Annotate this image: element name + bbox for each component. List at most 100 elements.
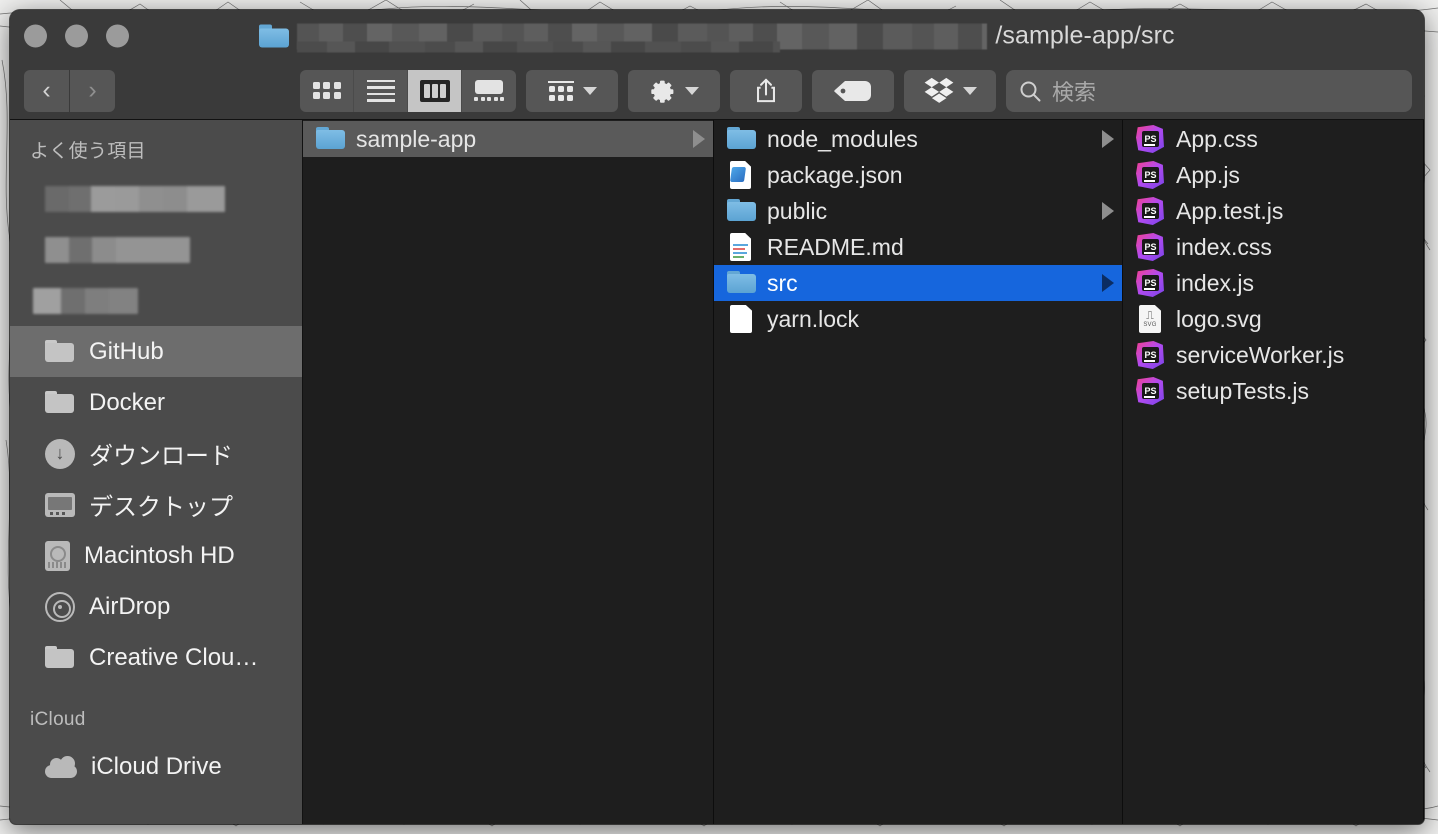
tag-icon [834, 80, 871, 101]
blue-folder-icon [726, 124, 756, 154]
list-item[interactable]: PS App.test.js [1123, 193, 1423, 229]
list-item[interactable]: PS App.js [1123, 157, 1423, 193]
file-name: logo.svg [1176, 305, 1262, 332]
tag-button[interactable] [812, 69, 894, 112]
list-item[interactable]: README.md [714, 229, 1122, 265]
forward-button[interactable]: › [70, 69, 115, 112]
grid-icon [312, 81, 341, 100]
file-name: yarn.lock [767, 305, 860, 332]
markdown-file-icon [726, 232, 756, 262]
search-placeholder: 検索 [1052, 79, 1097, 105]
view-mode-segmented-control [300, 69, 516, 112]
list-item[interactable]: PS index.css [1123, 229, 1423, 265]
sidebar-item-downloads[interactable]: ↓ ダウンロード [10, 428, 302, 479]
blue-folder-icon [726, 268, 756, 298]
back-button[interactable]: ‹ [24, 69, 69, 112]
file-name: setupTests.js [1176, 377, 1309, 404]
sidebar-item-redacted-2[interactable] [10, 224, 302, 275]
desktop-icon [45, 492, 75, 517]
sidebar-item-label: iCloud Drive [91, 752, 222, 780]
column-view-button[interactable] [408, 69, 462, 112]
sidebar-item-icloud-drive[interactable]: iCloud Drive [10, 741, 302, 792]
svg-file-icon: ⎍ SVG [1135, 304, 1165, 334]
list-item[interactable]: PS setupTests.js [1123, 373, 1423, 409]
window-title: /sample-app/src [995, 21, 1175, 50]
disclosure-arrow-icon[interactable] [693, 130, 705, 148]
gear-icon [650, 80, 673, 103]
gallery-icon [474, 80, 504, 101]
list-view-button[interactable] [354, 69, 408, 112]
list-item[interactable]: src [714, 265, 1122, 301]
sidebar: よく使う項目 GitHub Docker ↓ ダウンロード デスクトップ Mac… [10, 120, 303, 824]
phpstorm-file-icon: PS [1135, 196, 1165, 226]
minimize-button[interactable] [65, 24, 88, 48]
traffic-lights [24, 24, 129, 48]
sidebar-item-label: Docker [89, 388, 166, 416]
folder-icon [45, 339, 75, 365]
list-item[interactable]: yarn.lock [714, 301, 1122, 337]
file-name: App.test.js [1176, 197, 1284, 224]
icon-view-button[interactable] [300, 69, 354, 112]
sidebar-item-github[interactable]: GitHub [10, 326, 302, 377]
file-name: App.js [1176, 161, 1240, 188]
share-button[interactable] [730, 69, 802, 112]
folder-icon [45, 645, 75, 671]
window-title-group: /sample-app/src [10, 21, 1424, 52]
sidebar-item-docker[interactable]: Docker [10, 377, 302, 428]
list-item[interactable]: node_modules [714, 121, 1122, 157]
sidebar-item-redacted-3[interactable] [10, 275, 302, 326]
column-2: node_modules package.json public README.… [714, 120, 1123, 824]
sidebar-section-header-icloud: iCloud [30, 709, 86, 730]
list-item[interactable]: sample-app [303, 121, 713, 157]
share-icon [757, 78, 775, 102]
redacted-label [45, 185, 225, 212]
column-3: PS App.css PS App.js PS App.test.js PS i… [1123, 120, 1424, 824]
disclosure-arrow-icon[interactable] [1102, 202, 1114, 220]
file-name: node_modules [767, 125, 918, 152]
window-titlebar[interactable]: /sample-app/src [10, 10, 1424, 62]
sidebar-item-creative-cloud[interactable]: Creative Clou… [10, 632, 302, 683]
list-icon [366, 79, 395, 102]
arrange-button[interactable] [526, 69, 618, 112]
phpstorm-file-icon: PS [1135, 268, 1165, 298]
list-item[interactable]: public [714, 193, 1122, 229]
file-name: package.json [767, 161, 903, 188]
sidebar-item-redacted-1[interactable] [10, 173, 302, 224]
finder-toolbar: ‹ › 検索 [10, 62, 1424, 120]
finder-body: よく使う項目 GitHub Docker ↓ ダウンロード デスクトップ Mac… [10, 120, 1424, 824]
arrange-icon [547, 80, 574, 101]
svg-label: SVG [1143, 321, 1157, 328]
list-item[interactable]: package.json [714, 157, 1122, 193]
column-1: sample-app [303, 120, 714, 824]
sidebar-section-header-favorites: よく使う項目 [30, 141, 146, 162]
phpstorm-file-icon: PS [1135, 340, 1165, 370]
sidebar-item-airdrop[interactable]: AirDrop [10, 581, 302, 632]
chevron-down-icon [582, 86, 597, 95]
list-item[interactable]: ⎍ SVG logo.svg [1123, 301, 1423, 337]
sidebar-item-label: AirDrop [89, 592, 171, 620]
search-field[interactable]: 検索 [1006, 69, 1412, 112]
file-name: index.css [1176, 233, 1272, 260]
file-name: src [767, 269, 798, 296]
list-item[interactable]: PS App.css [1123, 121, 1423, 157]
list-item[interactable]: PS serviceWorker.js [1123, 337, 1423, 373]
file-name: README.md [767, 233, 904, 260]
sidebar-item-desktop[interactable]: デスクトップ [10, 479, 302, 530]
sidebar-item-macintosh-hd[interactable]: Macintosh HD [10, 530, 302, 581]
close-button[interactable] [24, 24, 47, 48]
finder-window: /sample-app/src ‹ › 検索 よく使う項目 GitHub Doc… [10, 10, 1424, 824]
action-menu-button[interactable] [628, 69, 720, 112]
gallery-view-button[interactable] [462, 70, 516, 112]
cloud-icon [45, 755, 77, 778]
disclosure-arrow-icon[interactable] [1102, 130, 1114, 148]
sidebar-item-label: ダウンロード [89, 443, 233, 470]
navigation-buttons: ‹ › [24, 69, 115, 112]
sidebar-item-label: GitHub [89, 337, 164, 365]
zoom-button[interactable] [106, 24, 129, 48]
disclosure-arrow-icon[interactable] [1102, 274, 1114, 292]
harddisk-icon [45, 540, 70, 571]
file-name: sample-app [356, 125, 477, 152]
dropbox-button[interactable] [904, 69, 996, 112]
list-item[interactable]: PS index.js [1123, 265, 1423, 301]
redacted-path-prefix [297, 23, 988, 52]
